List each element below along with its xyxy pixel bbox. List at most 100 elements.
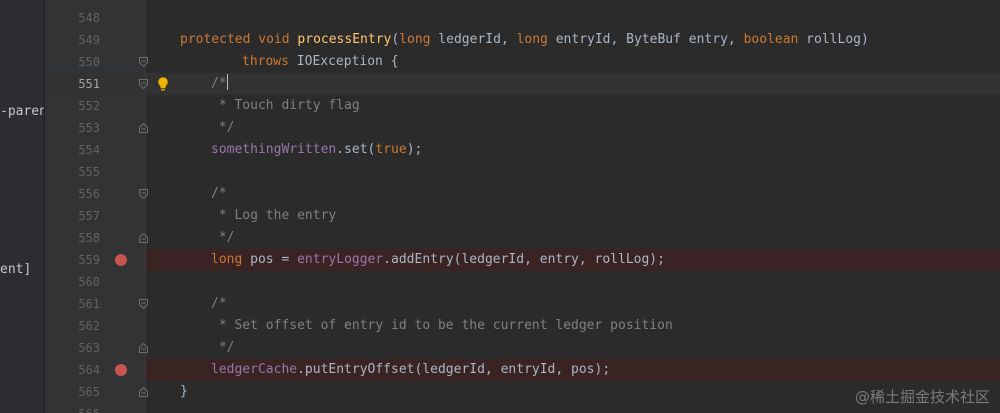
keyword-token: throws (242, 54, 289, 69)
code-token: rollLog) (798, 32, 869, 47)
keyword-token: long (211, 252, 243, 267)
line-number: 549 (78, 33, 100, 47)
code-text[interactable]: * Set offset of entry id to be the curre… (211, 315, 673, 337)
keyword-token: long (516, 32, 548, 47)
line-number: 566 (45, 403, 100, 413)
code-line[interactable]: 552 * Touch dirty flag (0, 95, 1000, 117)
code-token: ( (391, 32, 400, 47)
code-token: ledgerId, (430, 32, 517, 47)
line-number: 562 (78, 319, 100, 333)
line-number: 559 (78, 253, 100, 267)
keyword-token: long (399, 32, 431, 47)
fold-marker-icon[interactable] (139, 123, 148, 133)
watermark: @稀土掘金技术社区 (854, 388, 990, 406)
comment-token: * Set offset of entry id to be the curre… (211, 318, 673, 333)
code-line[interactable]: 557 * Log the entry (0, 205, 1000, 227)
code-text[interactable]: */ (211, 227, 235, 249)
method-name-token: processEntry (297, 32, 392, 47)
code-token: entryId, ByteBuf entry, (547, 32, 744, 47)
comment-token: /* (211, 186, 227, 201)
code-line[interactable]: 548 (0, 7, 1000, 29)
code-line[interactable]: 553 */ (0, 117, 1000, 139)
code-line[interactable]: 550 throws IOException { (0, 51, 1000, 73)
code-line-breakpoint[interactable]: 559 long pos = entryLogger.addEntry(ledg… (0, 249, 1000, 271)
lightbulb-icon[interactable] (157, 76, 169, 92)
fold-marker-icon[interactable] (139, 233, 148, 243)
code-text[interactable]: /* (211, 73, 228, 95)
keyword-token: protected (180, 32, 251, 47)
fold-marker-icon[interactable] (139, 57, 148, 67)
comment-token: /* (211, 76, 227, 91)
keyword-token: void (258, 32, 290, 47)
code-token: .set( (336, 142, 376, 157)
line-number: 555 (78, 165, 100, 179)
text-caret (226, 74, 228, 90)
code-text[interactable]: ledgerCache.putEntryOffset(ledgerId, ent… (211, 359, 610, 381)
code-token: ); (406, 142, 423, 157)
comment-token: */ (211, 120, 235, 135)
code-text[interactable]: * Log the entry (211, 205, 336, 227)
code-line[interactable]: 562 * Set offset of entry id to be the c… (0, 315, 1000, 337)
code-token: pos = (242, 252, 298, 267)
code-line[interactable]: 565 } (0, 381, 1000, 403)
comment-token: * Touch dirty flag (211, 98, 360, 113)
line-number: 560 (78, 275, 100, 289)
comment-token: */ (211, 230, 235, 245)
fold-marker-icon[interactable] (139, 299, 148, 309)
code-text[interactable]: * Touch dirty flag (211, 95, 360, 117)
line-number: 561 (78, 297, 100, 311)
code-text[interactable]: protected void processEntry(long ledgerI… (180, 29, 869, 51)
fold-marker-icon[interactable] (139, 387, 148, 397)
field-token: entryLogger (297, 252, 384, 267)
code-token: } (180, 384, 188, 399)
code-line[interactable]: 556 /* (0, 183, 1000, 205)
line-number: 551 (78, 77, 100, 91)
code-line-current[interactable]: 551 /* (0, 73, 1000, 95)
code-line[interactable]: 560 (0, 271, 1000, 293)
code-line[interactable]: 558 */ (0, 227, 1000, 249)
fold-marker-icon[interactable] (139, 343, 148, 353)
field-token: somethingWritten (211, 142, 337, 157)
code-text[interactable]: /* (211, 183, 227, 205)
line-number: 550 (78, 55, 100, 69)
code-line[interactable]: 555 (0, 161, 1000, 183)
current-line-highlight (146, 73, 1000, 95)
code-line[interactable]: 554 somethingWritten.set(true); (0, 139, 1000, 161)
line-number: 553 (78, 121, 100, 135)
line-number: 564 (78, 363, 100, 377)
code-line[interactable]: 561 /* (0, 293, 1000, 315)
keyword-token: true (375, 142, 407, 157)
comment-token: */ (211, 340, 235, 355)
code-text[interactable]: /* (211, 293, 227, 315)
fold-marker-icon[interactable] (139, 79, 148, 89)
breakpoint-icon[interactable] (115, 254, 127, 266)
comment-token: /* (211, 296, 227, 311)
code-text[interactable]: throws IOException { (242, 51, 399, 73)
line-number: 556 (78, 187, 100, 201)
line-number: 548 (78, 11, 100, 25)
code-text[interactable]: */ (211, 117, 235, 139)
code-line[interactable]: 566 (0, 403, 1000, 413)
line-number: 554 (78, 143, 100, 157)
keyword-token: boolean (743, 32, 799, 47)
code-token: .addEntry(ledgerId, entry, rollLog); (383, 252, 665, 267)
code-text[interactable]: } (180, 381, 188, 403)
line-number: 558 (78, 231, 100, 245)
line-number: 565 (78, 385, 100, 399)
ide-window: -paren ent] 548 549 protected void proce… (0, 0, 1000, 413)
code-token: IOException { (288, 54, 399, 69)
code-text[interactable]: long pos = entryLogger.addEntry(ledgerId… (211, 249, 665, 271)
code-token: .putEntryOffset(ledgerId, entryId, pos); (297, 362, 611, 377)
field-token: ledgerCache (211, 362, 298, 377)
line-number: 557 (78, 209, 100, 223)
comment-token: * Log the entry (211, 208, 337, 223)
line-number: 552 (78, 99, 100, 113)
code-text[interactable]: somethingWritten.set(true); (211, 139, 422, 161)
code-text[interactable]: */ (211, 337, 235, 359)
code-line-breakpoint[interactable]: 564 ledgerCache.putEntryOffset(ledgerId,… (0, 359, 1000, 381)
fold-marker-icon[interactable] (139, 189, 148, 199)
line-number: 563 (78, 341, 100, 355)
breakpoint-icon[interactable] (115, 364, 127, 376)
code-line[interactable]: 563 */ (0, 337, 1000, 359)
code-line[interactable]: 549 protected void processEntry(long led… (0, 29, 1000, 51)
